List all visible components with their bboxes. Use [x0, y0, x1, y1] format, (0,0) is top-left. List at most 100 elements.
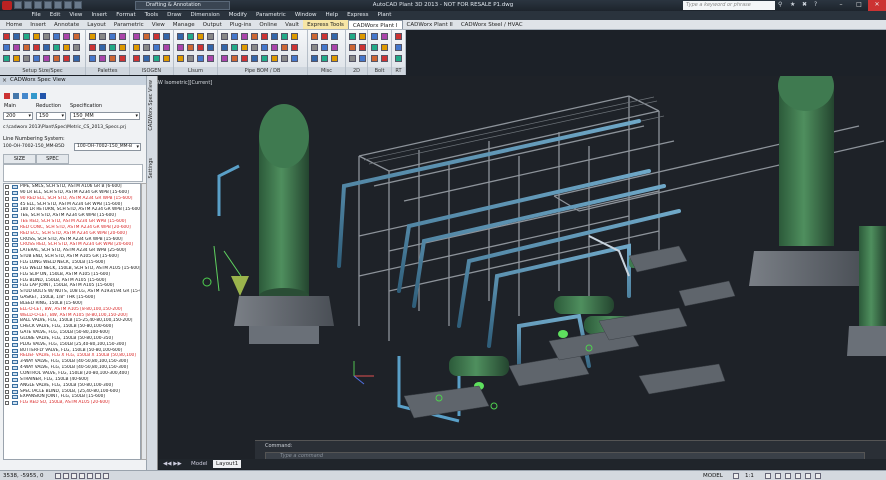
- ribbon-tool-icon[interactable]: [261, 44, 268, 51]
- search-input[interactable]: Type a keyword or phrase: [683, 1, 775, 10]
- menu-item-tools[interactable]: Tools: [140, 11, 163, 20]
- menu-item-parametric[interactable]: Parametric: [252, 11, 291, 20]
- hardware-accel-icon[interactable]: [795, 473, 801, 479]
- line-number-dropdown[interactable]: 100-OH-7002-150_MM-B: [74, 143, 141, 151]
- spec-refresh-icon[interactable]: [13, 93, 19, 99]
- workspace-switch-icon[interactable]: [775, 473, 781, 479]
- part-checkbox[interactable]: [5, 190, 9, 195]
- ribbon-tool-icon[interactable]: [207, 33, 214, 40]
- ribbon-tool-icon[interactable]: [395, 55, 402, 62]
- ribbon-tool-icon[interactable]: [109, 44, 116, 51]
- ribbon-tool-icon[interactable]: [3, 33, 10, 40]
- ribbon-tool-icon[interactable]: [3, 55, 10, 62]
- ribbon-tool-icon[interactable]: [207, 55, 214, 62]
- ribbon-tab-manage[interactable]: Manage: [169, 20, 199, 29]
- ribbon-tab-parametric[interactable]: Parametric: [110, 20, 148, 29]
- ribbon-tool-icon[interactable]: [119, 44, 126, 51]
- part-checkbox[interactable]: [5, 296, 9, 301]
- subscription-icon[interactable]: ★: [790, 1, 795, 10]
- part-checkbox[interactable]: [5, 214, 9, 219]
- palette-close-icon[interactable]: ×: [2, 77, 7, 84]
- part-checkbox[interactable]: [5, 202, 9, 207]
- annotation-scale[interactable]: 1:1: [745, 472, 754, 480]
- help-icon[interactable]: ?: [814, 1, 817, 10]
- ribbon-tool-icon[interactable]: [187, 44, 194, 51]
- ribbon-tab-express-tools[interactable]: Express Tools: [303, 20, 348, 29]
- ribbon-tool-icon[interactable]: [33, 33, 40, 40]
- ribbon-tool-icon[interactable]: [241, 44, 248, 51]
- ribbon-tool-icon[interactable]: [371, 44, 378, 51]
- tab-layout1[interactable]: Layout1: [213, 460, 242, 468]
- ribbon-tool-icon[interactable]: [177, 44, 184, 51]
- ribbon-tool-icon[interactable]: [3, 44, 10, 51]
- ribbon-tool-icon[interactable]: [381, 55, 388, 62]
- ortho-icon[interactable]: [71, 473, 77, 479]
- ribbon-tool-icon[interactable]: [53, 33, 60, 40]
- part-checkbox[interactable]: [5, 208, 9, 213]
- ribbon-tool-icon[interactable]: [331, 44, 338, 51]
- ribbon-tool-icon[interactable]: [143, 55, 150, 62]
- ribbon-tool-icon[interactable]: [13, 33, 20, 40]
- ribbon-tool-icon[interactable]: [43, 44, 50, 51]
- ribbon-tool-icon[interactable]: [63, 33, 70, 40]
- part-checkbox[interactable]: [5, 249, 9, 254]
- part-checkbox[interactable]: [5, 290, 9, 295]
- ribbon-tool-icon[interactable]: [281, 33, 288, 40]
- ribbon-tool-icon[interactable]: [133, 33, 140, 40]
- ribbon-tool-icon[interactable]: [177, 33, 184, 40]
- clean-screen-icon[interactable]: [815, 473, 821, 479]
- part-checkbox[interactable]: [5, 360, 9, 365]
- ribbon-tool-icon[interactable]: [153, 44, 160, 51]
- tab-settings[interactable]: Settings: [148, 158, 154, 179]
- ribbon-tool-icon[interactable]: [197, 44, 204, 51]
- ribbon-tab-cadworx-steel-hvac[interactable]: CADWorx Steel / HVAC: [457, 20, 527, 29]
- ribbon-tool-icon[interactable]: [153, 55, 160, 62]
- search-icon[interactable]: ⚲: [778, 1, 782, 10]
- part-checkbox[interactable]: [5, 319, 9, 324]
- ribbon-tool-icon[interactable]: [395, 44, 402, 51]
- ribbon-tool-icon[interactable]: [23, 44, 30, 51]
- osnap-icon[interactable]: [87, 473, 93, 479]
- part-checkbox[interactable]: [5, 255, 9, 260]
- viewport-layout-icon[interactable]: [733, 473, 739, 479]
- part-checkbox[interactable]: [5, 389, 9, 394]
- maximize-button[interactable]: □: [850, 0, 868, 11]
- part-checkbox[interactable]: [5, 307, 9, 312]
- part-checkbox[interactable]: [5, 260, 9, 265]
- snap-icon[interactable]: [55, 473, 61, 479]
- ribbon-tool-icon[interactable]: [197, 55, 204, 62]
- ribbon-tool-icon[interactable]: [73, 44, 80, 51]
- ribbon-tool-icon[interactable]: [153, 33, 160, 40]
- ribbon-tool-icon[interactable]: [311, 44, 318, 51]
- ribbon-tool-icon[interactable]: [359, 44, 366, 51]
- part-checkbox[interactable]: [5, 383, 9, 388]
- ribbon-tool-icon[interactable]: [63, 55, 70, 62]
- ribbon-tool-icon[interactable]: [311, 55, 318, 62]
- ribbon-tool-icon[interactable]: [109, 33, 116, 40]
- ribbon-tab-annotate[interactable]: Annotate: [50, 20, 83, 29]
- part-checkbox[interactable]: [5, 354, 9, 359]
- ribbon-tool-icon[interactable]: [221, 33, 228, 40]
- ribbon-tab-insert[interactable]: Insert: [26, 20, 50, 29]
- ribbon-tool-icon[interactable]: [371, 55, 378, 62]
- ribbon-tool-icon[interactable]: [109, 55, 116, 62]
- part-checkbox[interactable]: [5, 220, 9, 225]
- ribbon-tool-icon[interactable]: [271, 55, 278, 62]
- ribbon-tool-icon[interactable]: [43, 33, 50, 40]
- ribbon-tab-vault[interactable]: Vault: [281, 20, 303, 29]
- ribbon-tool-icon[interactable]: [143, 44, 150, 51]
- menu-item-plant[interactable]: Plant: [373, 11, 396, 20]
- drawing-viewport[interactable]: [159, 76, 886, 471]
- menu-item-view[interactable]: View: [65, 11, 87, 20]
- ribbon-tool-icon[interactable]: [187, 55, 194, 62]
- ribbon-tab-view[interactable]: View: [148, 20, 169, 29]
- ribbon-tool-icon[interactable]: [187, 33, 194, 40]
- part-checkbox[interactable]: [5, 325, 9, 330]
- menu-item-dimension[interactable]: Dimension: [186, 11, 224, 20]
- ribbon-tool-icon[interactable]: [99, 33, 106, 40]
- menu-item-edit[interactable]: Edit: [45, 11, 65, 20]
- tab-nav-icon[interactable]: ◀◀ ▶▶: [163, 460, 182, 468]
- part-checkbox[interactable]: [5, 313, 9, 318]
- part-checkbox[interactable]: [5, 395, 9, 400]
- reduction-dropdown[interactable]: 150: [36, 112, 66, 120]
